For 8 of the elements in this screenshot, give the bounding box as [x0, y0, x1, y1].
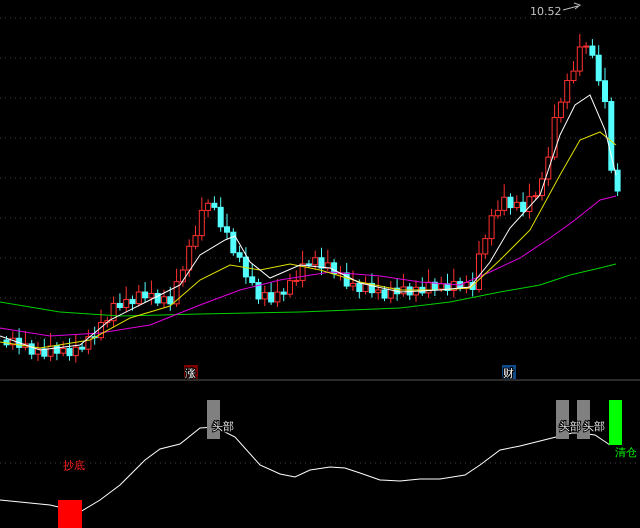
peak-price-label: 10.52	[530, 5, 562, 18]
exit-signal-bar	[609, 400, 622, 445]
event-marker[interactable]: 财	[502, 365, 516, 380]
exit-signal-label: 清仓	[615, 446, 637, 459]
bottom-signal-label: 抄底	[63, 459, 85, 472]
event-marker[interactable]: 涨	[184, 365, 198, 380]
peak-arrow-icon	[562, 2, 582, 10]
bottom-signal-bar	[58, 500, 82, 528]
